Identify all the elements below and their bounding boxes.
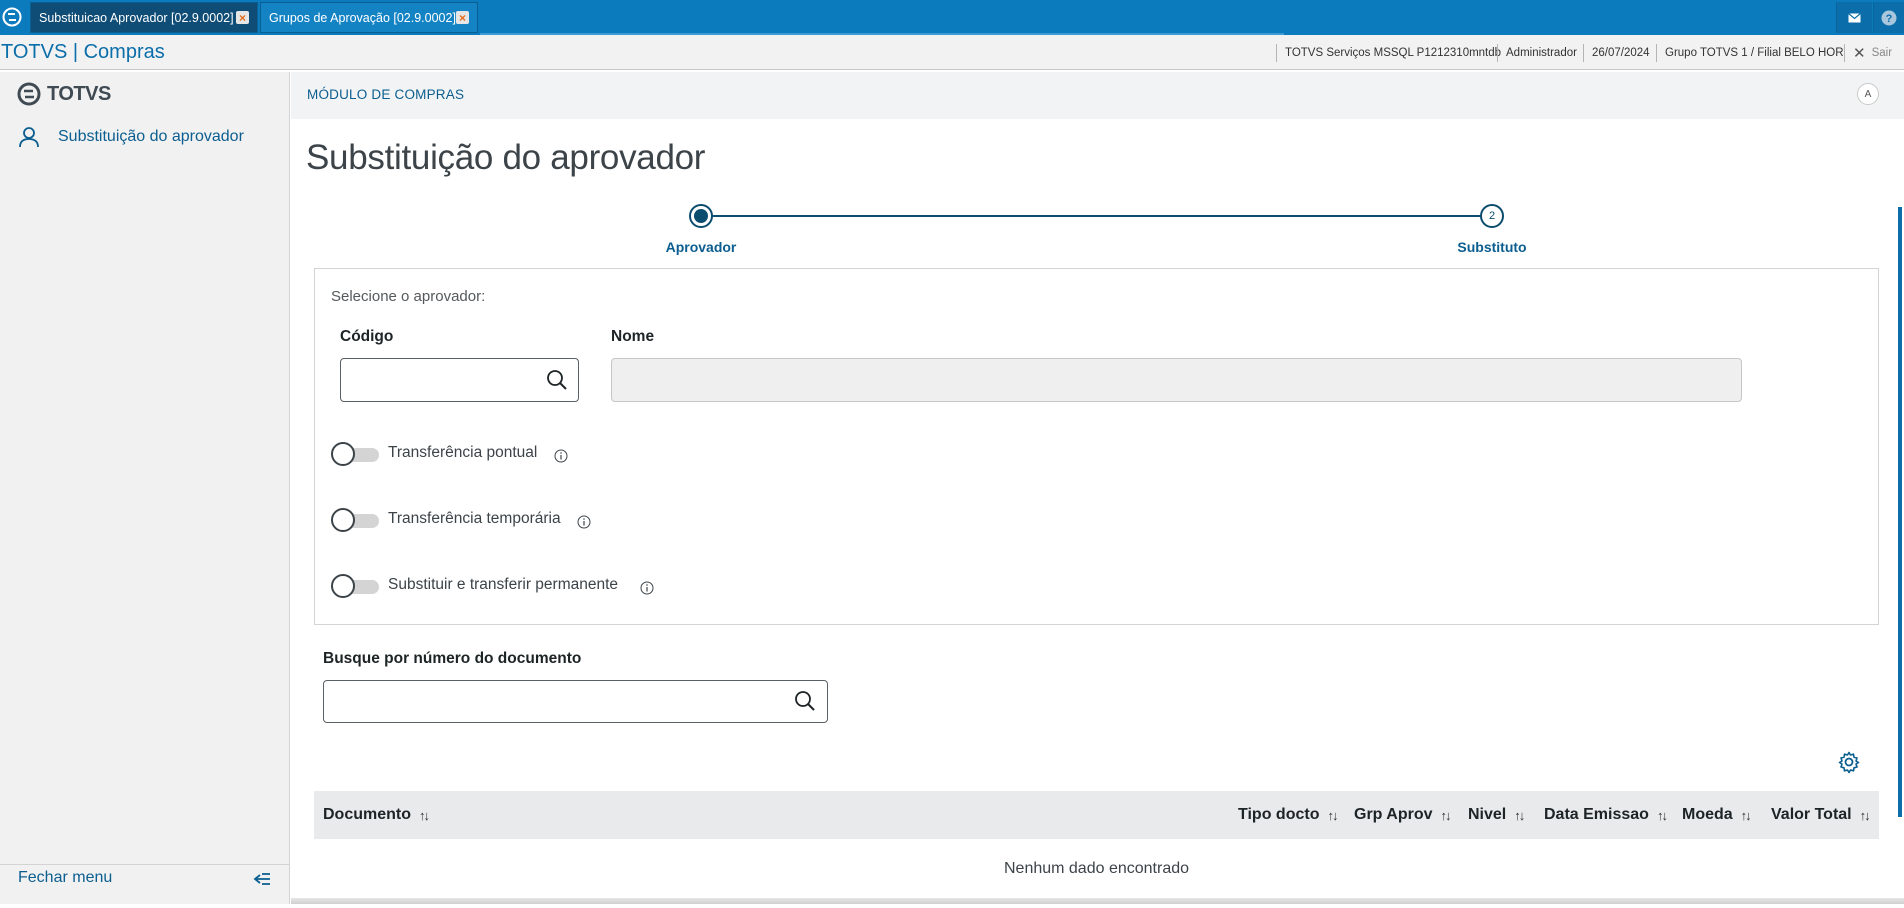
nome-label: Nome <box>611 328 655 345</box>
column-label: Documento <box>323 806 411 823</box>
column-documento[interactable]: Documento ↑↓ <box>323 791 430 839</box>
sort-icon[interactable]: ↑↓ <box>1441 808 1452 823</box>
column-valor-total[interactable]: Valor Total ↑↓ <box>1771 791 1871 839</box>
doc-search-input[interactable] <box>333 686 783 717</box>
column-label: Nivel <box>1468 806 1507 823</box>
mail-icon <box>1848 12 1861 22</box>
approver-panel <box>314 268 1879 625</box>
sort-icon[interactable]: ↑↓ <box>1741 808 1752 823</box>
stepper-step-2[interactable]: 2 <box>1480 204 1504 228</box>
svg-text:?: ? <box>1886 13 1893 25</box>
page-bottom-edge <box>291 898 1904 904</box>
close-icon[interactable]: × <box>456 11 469 24</box>
totvs-logo-icon <box>17 82 41 106</box>
table-empty-message: Nenhum dado encontrado <box>1003 860 1190 877</box>
app-logo-icon <box>0 2 24 32</box>
sidebar-item-label: Substituição do aprovador <box>58 128 244 145</box>
scrollbar[interactable] <box>1898 207 1902 817</box>
stepper-line <box>700 215 1492 217</box>
sidebar <box>0 72 290 904</box>
toggle-label: Substituir e transferir permanente <box>388 576 619 593</box>
step-active-dot <box>694 209 708 223</box>
tab-substituicao-aprovador[interactable]: Substituicao Aprovador [02.9.0002] × <box>30 2 258 33</box>
column-label: Moeda <box>1682 806 1733 823</box>
help-icon: ? <box>1881 10 1897 25</box>
status-company[interactable]: Grupo TOTVS 1 / Filial BELO HOR <box>1656 44 1852 62</box>
toggle-substituir-permanente[interactable] <box>331 574 381 600</box>
info-icon[interactable] <box>554 449 568 463</box>
brand-logo: TOTVS <box>17 82 111 106</box>
column-tipo-docto[interactable]: Tipo docto ↑↓ <box>1238 791 1338 839</box>
tab-label: Grupos de Aprovação [02.9.0002] <box>269 10 456 25</box>
exit-label: Sair <box>1871 47 1893 59</box>
column-label: Tipo docto <box>1238 806 1320 823</box>
module-header <box>291 72 1904 119</box>
column-grp-aprov[interactable]: Grp Aprov ↑↓ <box>1354 791 1452 839</box>
close-menu-link[interactable]: Fechar menu <box>18 869 112 889</box>
help-button[interactable]: ? <box>1873 2 1904 33</box>
toggle-transferencia-pontual[interactable] <box>331 442 381 468</box>
codigo-input[interactable] <box>350 364 540 396</box>
column-label: Data Emissao <box>1544 806 1649 823</box>
column-data-emissao[interactable]: Data Emissao ↑↓ <box>1544 791 1668 839</box>
close-icon: ✕ <box>1853 45 1866 62</box>
toggle-label: Transferência temporária <box>388 510 561 527</box>
sort-icon[interactable]: ↑↓ <box>1514 808 1525 823</box>
page-title: Substituição do aprovador <box>306 138 706 177</box>
exit-button[interactable]: ✕ Sair <box>1844 44 1900 62</box>
codigo-label: Código <box>340 328 394 345</box>
nome-field <box>611 358 1742 402</box>
info-icon[interactable] <box>640 581 654 595</box>
sort-icon[interactable]: ↑↓ <box>1860 808 1871 823</box>
stepper-label-aprovador: Aprovador <box>665 239 737 255</box>
module-label: MÓDULO DE COMPRAS <box>307 87 465 102</box>
search-icon[interactable] <box>546 369 568 391</box>
close-icon[interactable]: × <box>236 11 249 24</box>
collapse-menu-icon[interactable] <box>252 869 272 889</box>
sidebar-item-substituicao[interactable]: Substituição do aprovador <box>18 124 244 150</box>
info-icon[interactable] <box>577 515 591 529</box>
sort-icon[interactable]: ↑↓ <box>1657 808 1668 823</box>
column-nivel[interactable]: Nivel ↑↓ <box>1468 791 1525 839</box>
status-environment: TOTVS Serviços MSSQL P1212310mntdb <box>1276 44 1509 62</box>
search-icon[interactable] <box>794 690 816 712</box>
user-icon <box>19 127 39 148</box>
app-title: TOTVS | Compras <box>1 41 165 63</box>
mail-button[interactable] <box>1836 2 1872 33</box>
form-instruction: Selecione o aprovador: <box>331 288 486 305</box>
tab-grupos-aprovacao[interactable]: Grupos de Aprovação [02.9.0002] × <box>260 2 478 33</box>
divider <box>0 864 290 865</box>
status-date: 26/07/2024 <box>1583 44 1658 62</box>
gear-icon[interactable] <box>1837 750 1861 774</box>
toggle-transferencia-temporaria[interactable] <box>331 508 381 534</box>
sort-icon[interactable]: ↑↓ <box>419 808 430 823</box>
sort-icon[interactable]: ↑↓ <box>1327 808 1338 823</box>
toggle-label: Transferência pontual <box>388 444 538 461</box>
column-moeda[interactable]: Moeda ↑↓ <box>1682 791 1752 839</box>
column-label: Valor Total <box>1771 806 1852 823</box>
status-user: Administrador <box>1497 44 1585 62</box>
column-label: Grp Aprov <box>1354 806 1433 823</box>
stepper-step-1[interactable] <box>689 204 713 228</box>
stepper-label-substituto: Substituto <box>1457 239 1527 255</box>
brand-name: TOTVS <box>47 82 111 105</box>
doc-search-label: Busque por número do documento <box>323 650 582 667</box>
avatar[interactable]: A <box>1857 83 1879 105</box>
tab-label: Substituicao Aprovador [02.9.0002] <box>39 10 234 25</box>
